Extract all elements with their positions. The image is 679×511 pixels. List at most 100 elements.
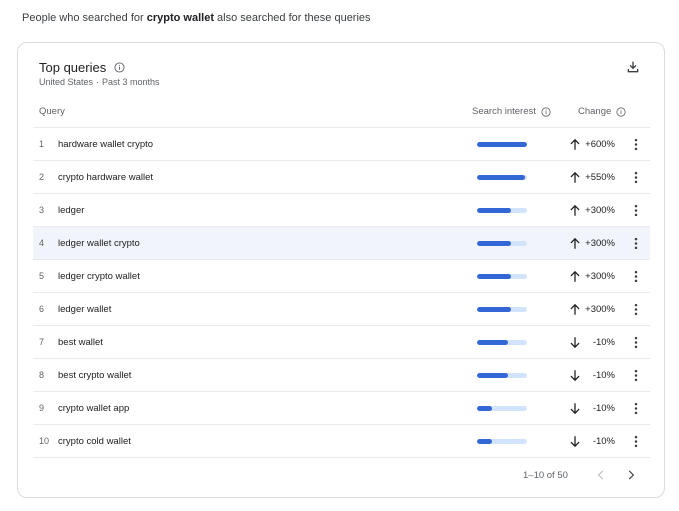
- table-row[interactable]: 6 ledger wallet +300%: [33, 293, 650, 326]
- row-query-text[interactable]: hardware wallet crypto: [58, 139, 153, 150]
- interest-bar: [477, 208, 527, 213]
- table-row[interactable]: 10 crypto cold wallet -10%: [33, 425, 650, 458]
- query-table-body: 1 hardware wallet crypto +600% 2 crypto hard…: [33, 128, 650, 458]
- interest-bar: [477, 142, 527, 147]
- arrow-up-icon: [568, 302, 582, 317]
- interest-bar: [477, 241, 527, 246]
- page-range: 1–10 of 50: [523, 470, 568, 481]
- interest-bar: [477, 406, 527, 411]
- column-header-change: Change: [578, 106, 626, 117]
- more-vert-icon[interactable]: [631, 269, 641, 284]
- arrow-up-icon: [568, 203, 582, 218]
- row-change-value: +550%: [585, 172, 615, 183]
- arrow-down-icon: [568, 368, 582, 383]
- row-rank: 3: [39, 205, 45, 215]
- pagination: 1–10 of 50: [33, 463, 650, 489]
- intro-prefix: People who searched for: [22, 12, 147, 24]
- arrow-down-icon: [568, 335, 582, 350]
- table-header: Query Search interest Change: [33, 98, 650, 128]
- table-row[interactable]: 1 hardware wallet crypto +600%: [33, 128, 650, 161]
- arrow-up-icon: [568, 236, 582, 251]
- row-change-value: +300%: [585, 205, 615, 216]
- interest-bar-fill: [477, 439, 492, 444]
- interest-bar: [477, 373, 527, 378]
- card-subtitle: United States · Past 3 months: [39, 77, 160, 87]
- column-header-interest: Search interest: [472, 106, 551, 117]
- row-change-value: +300%: [585, 238, 615, 249]
- row-change-value: -10%: [592, 370, 615, 381]
- interest-bar-fill: [477, 142, 527, 147]
- card-title-text: Top queries: [39, 60, 107, 75]
- info-icon[interactable]: [114, 62, 125, 73]
- info-icon[interactable]: [616, 106, 626, 117]
- chevron-left-icon[interactable]: [594, 468, 608, 482]
- interest-bar-fill: [477, 406, 492, 411]
- interest-bar: [477, 307, 527, 312]
- period-label: Past 3 months: [102, 77, 160, 87]
- more-vert-icon[interactable]: [631, 434, 641, 449]
- table-row[interactable]: 5 ledger crypto wallet +300%: [33, 260, 650, 293]
- row-query-text[interactable]: ledger crypto wallet: [58, 271, 140, 282]
- row-query-text[interactable]: crypto wallet app: [58, 403, 129, 414]
- interest-bar-fill: [477, 274, 511, 279]
- table-row[interactable]: 2 crypto hardware wallet +550%: [33, 161, 650, 194]
- interest-bar-fill: [477, 175, 525, 180]
- row-query-text[interactable]: ledger wallet crypto: [58, 238, 140, 249]
- more-vert-icon[interactable]: [631, 203, 641, 218]
- row-query-text[interactable]: crypto cold wallet: [58, 436, 131, 447]
- row-change-value: +600%: [585, 139, 615, 150]
- interest-bar: [477, 175, 527, 180]
- arrow-up-icon: [568, 269, 582, 284]
- region-label: United States: [39, 77, 94, 87]
- row-change-value: -10%: [592, 337, 615, 348]
- interest-bar: [477, 439, 527, 444]
- row-query-text[interactable]: crypto hardware wallet: [58, 172, 153, 183]
- related-queries-intro: People who searched for crypto wallet al…: [22, 12, 371, 24]
- more-vert-icon[interactable]: [631, 137, 641, 152]
- row-rank: 1: [39, 139, 45, 149]
- more-vert-icon[interactable]: [631, 236, 641, 251]
- row-rank: 6: [39, 304, 45, 314]
- row-change-value: +300%: [585, 271, 615, 282]
- interest-bar-fill: [477, 340, 508, 345]
- table-row[interactable]: 4 ledger wallet crypto +300%: [33, 227, 650, 260]
- intro-search-term: crypto wallet: [146, 12, 214, 24]
- column-header-query: Query: [39, 106, 65, 117]
- more-vert-icon[interactable]: [631, 170, 641, 185]
- row-query-text[interactable]: ledger wallet: [58, 304, 111, 315]
- row-change-value: +300%: [585, 304, 615, 315]
- arrow-down-icon: [568, 401, 582, 416]
- top-queries-card: Top queries United States · Past 3 months …: [17, 42, 665, 498]
- more-vert-icon[interactable]: [631, 335, 641, 350]
- row-query-text[interactable]: ledger: [58, 205, 84, 216]
- intro-suffix: also searched for these queries: [214, 12, 371, 24]
- interest-bar-fill: [477, 307, 511, 312]
- table-row[interactable]: 3 ledger +300%: [33, 194, 650, 227]
- interest-bar-fill: [477, 241, 511, 246]
- interest-bar: [477, 340, 527, 345]
- chevron-right-icon[interactable]: [624, 468, 638, 482]
- column-header-change-label: Change: [578, 106, 612, 117]
- row-rank: 7: [39, 337, 45, 347]
- more-vert-icon[interactable]: [631, 401, 641, 416]
- table-row[interactable]: 8 best crypto wallet -10%: [33, 359, 650, 392]
- table-row[interactable]: 9 crypto wallet app -10%: [33, 392, 650, 425]
- more-vert-icon[interactable]: [631, 302, 641, 317]
- row-query-text[interactable]: best crypto wallet: [58, 370, 131, 381]
- more-vert-icon[interactable]: [631, 368, 641, 383]
- interest-bar-fill: [477, 373, 508, 378]
- card-title: Top queries: [39, 60, 125, 75]
- row-rank: 9: [39, 403, 45, 413]
- row-rank: 2: [39, 172, 45, 182]
- arrow-up-icon: [568, 170, 582, 185]
- download-icon[interactable]: [625, 59, 641, 75]
- interest-bar-fill: [477, 208, 511, 213]
- column-header-interest-label: Search interest: [472, 106, 536, 117]
- info-icon[interactable]: [541, 106, 551, 117]
- arrow-down-icon: [568, 434, 582, 449]
- arrow-up-icon: [568, 137, 582, 152]
- table-row[interactable]: 7 best wallet -10%: [33, 326, 650, 359]
- row-rank: 4: [39, 238, 45, 248]
- row-rank: 10: [39, 436, 50, 446]
- row-query-text[interactable]: best wallet: [58, 337, 103, 348]
